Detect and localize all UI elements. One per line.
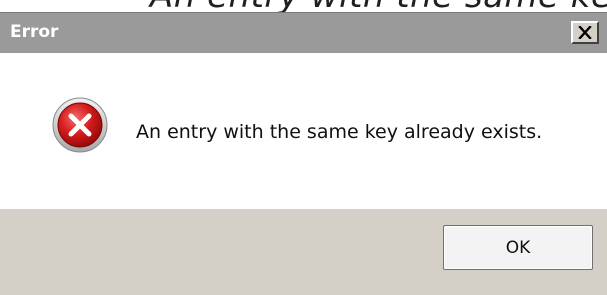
dialog-titlebar[interactable]: Error <box>0 13 607 53</box>
error-icon <box>52 97 108 153</box>
dialog-content: An entry with the same key already exist… <box>0 53 607 209</box>
close-button[interactable] <box>571 21 599 44</box>
error-message: An entry with the same key already exist… <box>136 121 543 143</box>
ok-button[interactable]: OK <box>443 225 593 270</box>
close-icon <box>578 26 592 39</box>
dialog-footer: OK <box>0 209 607 295</box>
dialog-title: Error <box>10 22 59 42</box>
screen: An entry with the same key already exist… <box>0 0 607 295</box>
error-dialog: Error An entry with the same key already… <box>0 12 607 295</box>
